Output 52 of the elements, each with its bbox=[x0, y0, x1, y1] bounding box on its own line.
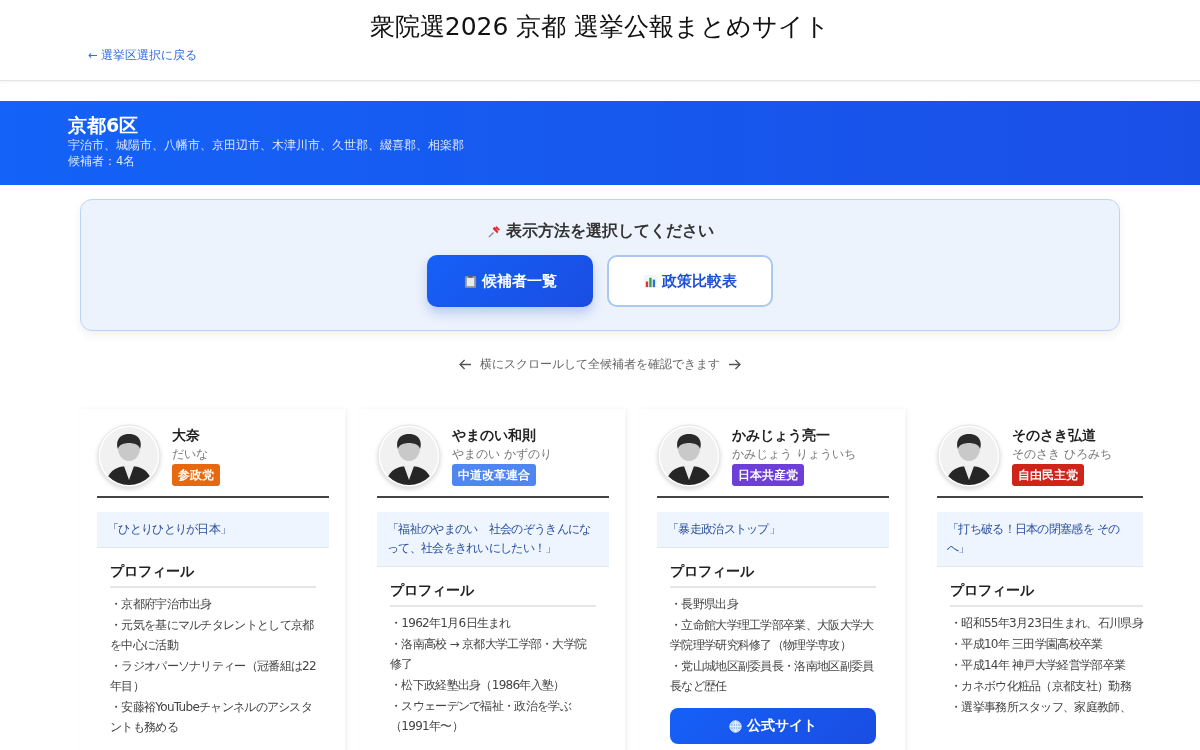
view-option-button[interactable]: 政策比較表 bbox=[607, 255, 773, 307]
scroll-hint: 横にスクロールして全候補者を確認できます bbox=[480, 357, 720, 372]
profile-item: ・平成14年 神戸大学経営学部卒業 bbox=[950, 657, 1127, 674]
district-areas: 宇治市、城陽市、八幡市、京田辺市、木津川市、久世郡、綴喜郡、相楽郡 bbox=[68, 137, 1132, 153]
slogan-box: 「ひとりひとりが日本」 bbox=[97, 512, 329, 548]
profile-item: ・元気を基にマルチタレントとして京都を中心に活動 bbox=[110, 617, 315, 654]
pin-icon bbox=[486, 224, 502, 239]
profile-item: ・1962年1月6日生まれ bbox=[390, 615, 512, 632]
party-tag: 中道改革連合 bbox=[452, 464, 536, 486]
profile-item: ・昭和55年3月23日生まれ、石川県身 bbox=[950, 615, 1143, 632]
clipboard-icon bbox=[463, 273, 478, 289]
profile-item: ・安藤裕YouTubeチャンネルのアシスタントも務める bbox=[110, 699, 314, 736]
left-arrow-icon bbox=[459, 359, 472, 370]
profile-item: ・長野県出身 bbox=[670, 596, 740, 613]
back-link[interactable]: ← 選挙区選択に戻る bbox=[88, 48, 198, 63]
party-tag: 日本共産党 bbox=[732, 464, 804, 486]
candidate-name: 大奈 bbox=[172, 426, 201, 444]
profile-heading: プロフィール bbox=[390, 581, 596, 607]
candidate-reading: かみじょう りょういち bbox=[732, 446, 856, 463]
bar-chart-icon bbox=[643, 273, 658, 289]
right-arrow-icon bbox=[728, 359, 741, 370]
candidate-name: かみじょう亮一 bbox=[732, 426, 831, 444]
slogan-box: 「暴走政治ストップ」 bbox=[657, 512, 889, 548]
profile-item: ・洛南高校 → 京都大学工学部・大学院修了 bbox=[390, 636, 588, 673]
slogan-box: 「打ち破る！日本の閉塞感を そのへ」 bbox=[937, 512, 1143, 567]
candidate-name: そのさき弘道 bbox=[1012, 426, 1097, 444]
site-title: 衆院選2026 京都 選挙公報まとめサイト bbox=[368, 11, 832, 42]
profile-item: ・平成10年 三田学園高校卒業 bbox=[950, 636, 1104, 653]
profile-item: ・松下政経塾出身（1986年入塾） bbox=[390, 677, 566, 694]
profile-item: ・スウェーデンで福祉・政治を学ぶ（1991年〜） bbox=[390, 698, 573, 735]
party-tag: 自由民主党 bbox=[1012, 464, 1084, 486]
profile-heading: プロフィール bbox=[950, 581, 1143, 607]
profile-item: ・カネボウ化粧品（京都支社）勤務 bbox=[950, 678, 1132, 695]
profile-heading: プロフィール bbox=[110, 562, 316, 588]
website-button[interactable]: 公式サイト bbox=[670, 708, 876, 744]
district-title: 京都6区 bbox=[68, 113, 140, 137]
slogan-box: 「福祉のやまのい 社会のぞうきんになって、社会をきれいにしたい！」 bbox=[377, 512, 609, 567]
profile-item: ・立命館大学理工学部卒業、大阪大学大学院理学研究科修了（物理学専攻） bbox=[670, 617, 875, 654]
profile-item: ・党山城地区副委員長・洛南地区副委員長など歴任 bbox=[670, 658, 875, 695]
candidate-reading: そのさき ひろみち bbox=[1012, 446, 1112, 463]
candidate-reading: やまのい かずのり bbox=[452, 446, 552, 463]
candidate-count: 候補者：4名 bbox=[68, 153, 137, 169]
profile-heading: プロフィール bbox=[670, 562, 876, 588]
candidate-reading: だいな bbox=[172, 446, 209, 463]
party-tag: 参政党 bbox=[172, 464, 220, 486]
globe-icon bbox=[729, 719, 742, 733]
view-option-button[interactable]: 候補者一覧 bbox=[427, 255, 593, 307]
profile-item: ・京都府宇治市出身 bbox=[110, 596, 213, 613]
candidate-name: やまのい和則 bbox=[452, 426, 537, 444]
selector-heading: 表示方法を選択してください bbox=[505, 221, 714, 242]
profile-item: ・ラジオパーソナリティー（冠番組は22年目） bbox=[110, 658, 316, 695]
profile-item: ・選挙事務所スタッフ、家庭教師、 bbox=[950, 699, 1132, 716]
